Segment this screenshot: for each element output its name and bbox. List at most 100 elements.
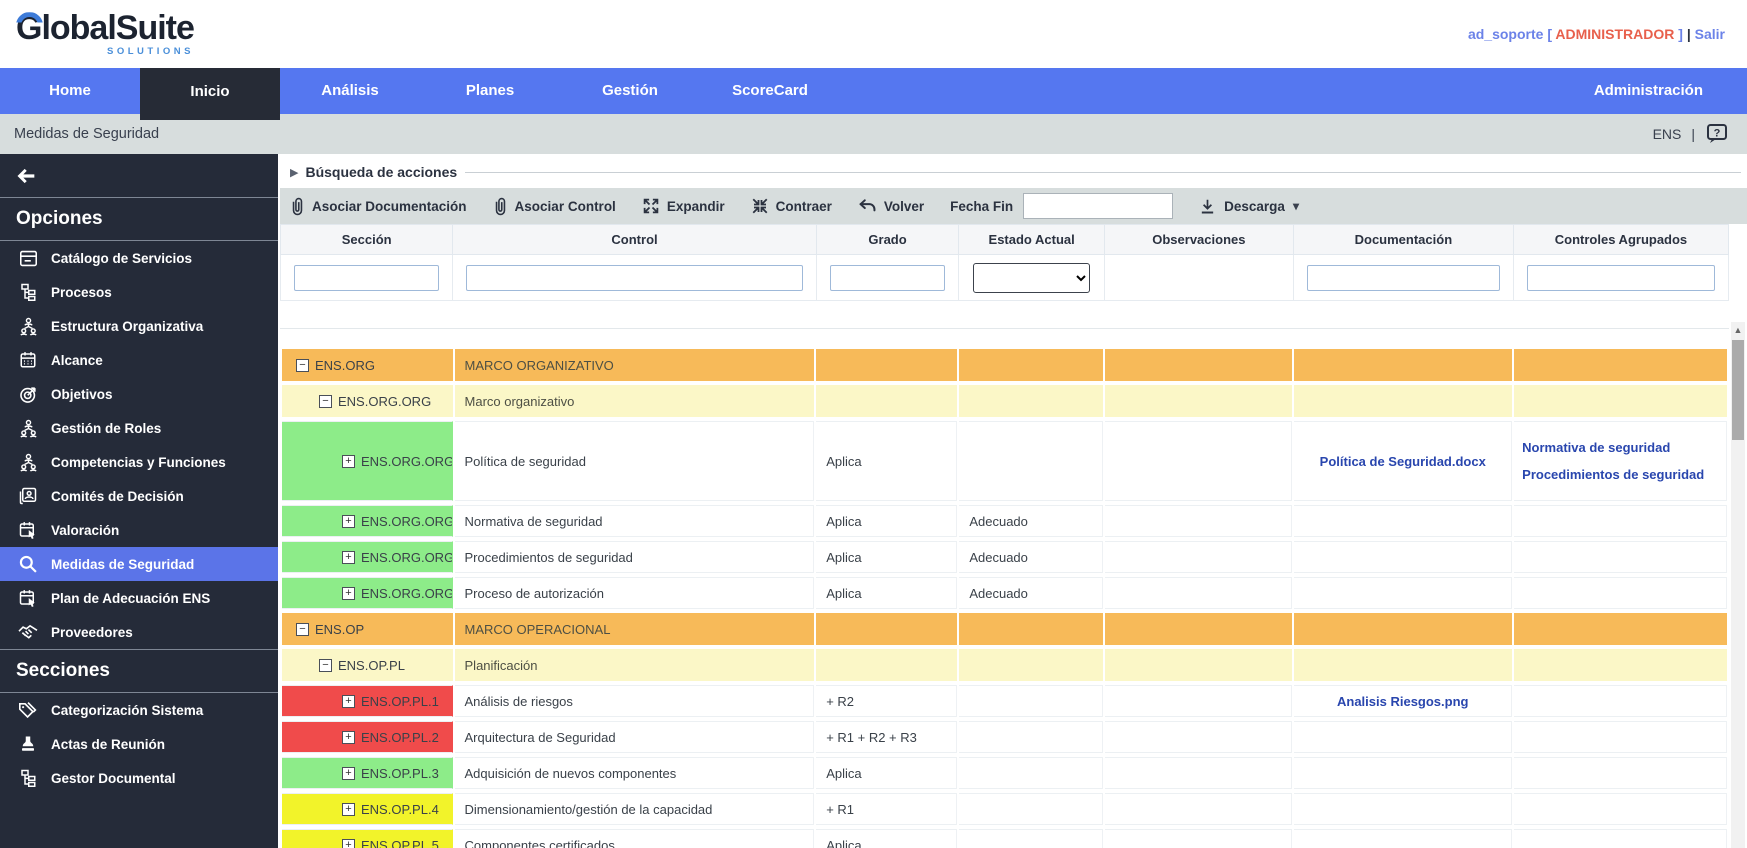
scroll-up-icon[interactable]: ▲ [1731,322,1745,338]
expand-toggle-icon[interactable]: + [342,695,355,708]
sidebar-item-categorizaci-n-sistema[interactable]: Categorización Sistema [0,693,278,727]
sidebar-item-procesos[interactable]: Procesos [0,275,278,309]
asociar-control-button[interactable]: Asociar Control [493,197,616,216]
table-row: +ENS.OP.PL.1Análisis de riesgos+ R2Anali… [282,685,1727,717]
sidebar-item-medidas-de-seguridad[interactable]: Medidas de Seguridad [0,547,278,581]
estado-cell [959,829,1103,848]
grado-cell: + R1 [816,793,957,825]
documentacion-cell: Analisis Riesgos.png [1294,685,1512,717]
nav-tab-home[interactable]: Home [0,68,140,114]
document-link[interactable]: Analisis Riesgos.png [1337,694,1468,709]
grado-cell: Aplica [816,541,957,573]
sidebar-item-actas-de-reuni-n[interactable]: Actas de Reunión [0,727,278,761]
nav-tab-scorecard[interactable]: ScoreCard [700,68,840,114]
sidebar-item-cat-logo-de-servicios[interactable]: Catálogo de Servicios [0,241,278,275]
estado-cell [959,421,1103,501]
estado-cell [959,685,1103,717]
help-icon[interactable]: ? [1705,122,1729,146]
calendar-icon [18,350,38,370]
table-row: +ENS.OP.PL.5Componentes certificadosApli… [282,829,1727,848]
main-nav: HomeInicioAnálisisPlanesGestiónScoreCard… [0,68,1747,114]
nav-tab-planes[interactable]: Planes [420,68,560,114]
sidebar-item-alcance[interactable]: Alcance [0,343,278,377]
section-cell: +ENS.OP.PL.3 [282,757,453,789]
fecha-fin-input[interactable] [1023,193,1173,219]
section-code-label: ENS.ORG.ORG. [361,586,453,601]
filter-input-documentaci-n[interactable] [1307,265,1500,291]
filter-input-control[interactable] [466,265,802,291]
table-row: −ENS.OPMARCO OPERACIONAL [282,613,1727,645]
expand-toggle-icon[interactable]: + [342,551,355,564]
expand-toggle-icon[interactable]: + [342,839,355,848]
sidebar-back-button[interactable] [0,154,278,198]
sidebar-item-proveedores[interactable]: Proveedores [0,615,278,649]
sidebar-item-valoraci-n[interactable]: Valoración [0,513,278,547]
nav-tab-análisis[interactable]: Análisis [280,68,420,114]
sidebar-item-label: Catálogo de Servicios [51,251,192,266]
documentacion-cell [1294,577,1512,609]
expand-toggle-icon[interactable]: + [342,767,355,780]
observaciones-cell [1105,757,1292,789]
observaciones-cell [1105,685,1292,717]
sidebar-item-competencias-y-funciones[interactable]: Competencias y Funciones [0,445,278,479]
expand-toggle-icon[interactable]: + [342,731,355,744]
grouped-control-link[interactable]: Normativa de seguridad [1522,434,1726,461]
expandir-button[interactable]: Expandir [642,197,725,215]
estado-cell [959,613,1103,645]
sidebar-item-label: Proveedores [51,625,133,640]
table-area: SecciónControlGradoEstado ActualObservac… [280,224,1747,301]
toolbar-button-label: Asociar Documentación [312,199,467,214]
controles-agrupados-cell: Normativa de seguridadProcedimientos de … [1514,421,1727,501]
sidebar-item-objetivos[interactable]: Objetivos [0,377,278,411]
sidebar-item-comit-s-de-decisi-n[interactable]: Comités de Decisión [0,479,278,513]
estado-cell [959,757,1103,789]
filter-input-grado[interactable] [830,265,946,291]
nav-tab-gestión[interactable]: Gestión [560,68,700,114]
sidebar-item-gestor-documental[interactable]: Gestor Documental [0,761,278,795]
logout-link[interactable]: Salir [1695,26,1725,42]
volver-button[interactable]: Volver [858,198,924,215]
sidebar-item-plan-de-adecuaci-n-ens[interactable]: Plan de Adecuación ENS [0,581,278,615]
sidebar-item-label: Gestor Documental [51,771,176,786]
controles-agrupados-cell [1514,541,1727,573]
descarga-button[interactable]: Descarga▾ [1199,198,1299,215]
filter-input-controles-agrupados[interactable] [1527,265,1715,291]
section-code-label: ENS.ORG.ORG. [361,514,453,529]
section-code: +ENS.ORG.ORG. [282,422,452,500]
document-link[interactable]: Política de Seguridad.docx [1320,454,1486,469]
control-cell: Política de seguridad [455,421,815,501]
expand-toggle-icon[interactable]: + [342,515,355,528]
estado-actual-select[interactable] [973,263,1090,293]
search-panel-header[interactable]: ▶ Búsqueda de acciones [280,154,1747,184]
collapse-toggle-icon[interactable]: − [296,359,309,372]
sidebar-item-gesti-n-de-roles[interactable]: Gestión de Roles [0,411,278,445]
orgchart-icon [18,282,38,302]
expand-toggle-icon[interactable]: + [342,587,355,600]
documentacion-cell: Política de Seguridad.docx [1294,421,1512,501]
nav-tab-administracion[interactable]: Administración [1550,68,1747,114]
expand-toggle-icon[interactable]: + [342,455,355,468]
empty-row [280,301,1729,329]
table-row: +ENS.ORG.ORG.Normativa de seguridadAplic… [282,505,1727,537]
orgchart-icon [18,768,38,788]
vertical-scrollbar[interactable]: ▲ [1731,322,1745,848]
section-code: + ENS.ORG.ORG. [282,506,452,536]
contraer-button[interactable]: Contraer [751,197,832,215]
folder-icon [18,248,38,268]
grouped-control-link[interactable]: Procedimientos de seguridad [1522,461,1726,488]
paperclip-icon [290,197,305,216]
scrollbar-thumb[interactable] [1732,340,1744,440]
filter-input-secci-n[interactable] [294,265,439,291]
asociar-documentaci-n-button[interactable]: Asociar Documentación [290,197,467,216]
sidebar-item-estructura-organizativa[interactable]: Estructura Organizativa [0,309,278,343]
collapse-toggle-icon[interactable]: − [319,659,332,672]
section-code-label: ENS.OP.PL.4 [361,802,439,817]
collapse-toggle-icon[interactable]: − [296,623,309,636]
observaciones-cell [1105,793,1292,825]
expand-toggle-icon[interactable]: + [342,803,355,816]
controles-agrupados-cell [1514,649,1727,681]
collapse-toggle-icon[interactable]: − [319,395,332,408]
section-code: +ENS.OP.PL.2 [282,722,452,752]
nav-tab-inicio[interactable]: Inicio [140,68,280,120]
table-row: −ENS.ORGMARCO ORGANIZATIVO [282,349,1727,381]
